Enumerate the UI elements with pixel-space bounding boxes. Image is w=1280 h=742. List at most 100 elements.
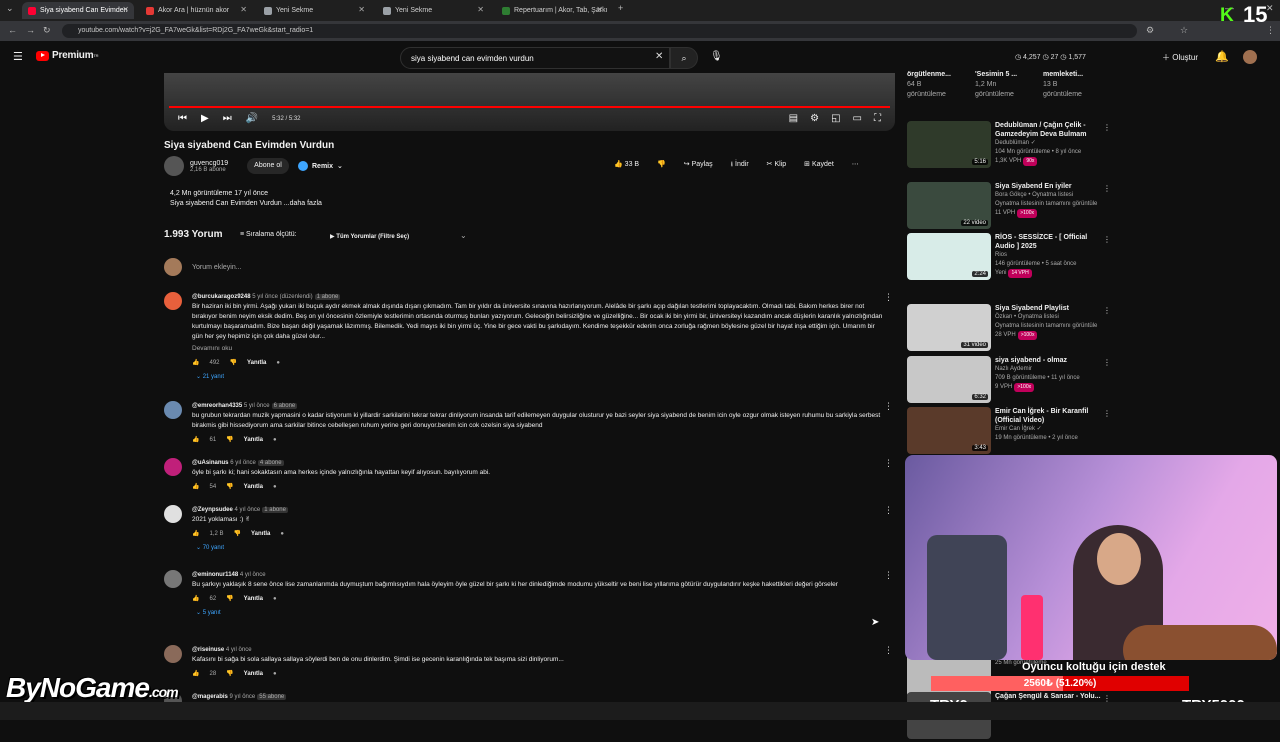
video-menu-icon[interactable]: ⋮ [1103,184,1111,193]
subtitles-icon[interactable]: ▤ [789,113,798,124]
comment-like-icon[interactable]: 👍 [192,358,199,368]
comment-menu-icon[interactable]: ⋮ [884,645,893,656]
more-actions-icon[interactable]: ⋯ [852,160,859,171]
browser-tab[interactable]: Siya siyabend Can Evimden ✕ [22,2,134,19]
video-thumbnail[interactable]: 6:32 [907,356,991,403]
video-menu-icon[interactable]: ⋮ [1103,123,1111,132]
url-field[interactable]: youtube.com/watch?v=j2G_FA7weGk&list=RDj… [62,24,1137,38]
comment-author[interactable]: @emreorhan4335 [192,403,242,409]
filter-chevron-icon[interactable]: ⌄ [460,231,467,240]
tab-close-icon[interactable]: ✕ [122,5,129,14]
top-stat[interactable]: 'Sesimin 5 ... 1,2 Mn görüntüleme [975,70,1035,100]
related-video[interactable]: 2:24 RİOS - SESSİZCE - [ Official Audio ]… [907,233,1112,283]
new-tab-button[interactable]: + [618,3,623,13]
comment-like-icon[interactable]: 👍 [192,482,199,492]
channel-avatar[interactable] [164,156,184,176]
reply-button[interactable]: Yanıtla [244,594,263,604]
reply-button[interactable]: Yanıtla [244,435,263,445]
video-thumbnail[interactable]: 2:24 [907,233,991,280]
miniplayer-icon[interactable]: ◱ [831,113,840,124]
tab-close-icon[interactable]: ✕ [596,5,603,14]
download-button[interactable]: ⭳ İndir [731,160,749,171]
dislike-icon[interactable]: 👎 [657,160,666,171]
notifications-bell-icon[interactable]: 🔔 [1215,50,1229,63]
back-icon[interactable]: ← [8,25,17,35]
video-thumbnail[interactable]: 22 video [907,182,991,229]
video-menu-icon[interactable]: ⋮ [1103,235,1111,244]
voice-search-icon[interactable]: 🎙 [710,51,723,62]
clear-search-icon[interactable]: ✕ [655,51,663,62]
browser-tab[interactable]: Akor Ara | hüznün akor ✕ [140,2,252,19]
video-menu-icon[interactable]: ⋮ [1103,358,1111,367]
browser-tab[interactable]: Yeni Sekme ✕ [377,2,489,19]
filter-select[interactable]: ▶ Tüm Yorumlar (Filtre Seç) [330,233,409,240]
like-button[interactable]: 👍 33 B [614,160,639,171]
top-stat[interactable]: memleketi... 13 B görüntüleme [1043,70,1103,100]
fullscreen-icon[interactable]: ⛶ [874,113,881,124]
clip-button[interactable]: ✂ Klip [767,160,787,171]
comment-dislike-icon[interactable]: 👎 [234,529,241,539]
comment-menu-icon[interactable]: ⋮ [884,458,893,469]
search-button[interactable]: ⌕ [670,47,698,69]
comment-like-icon[interactable]: 👍 [192,529,199,539]
forward-icon[interactable]: → [26,25,35,35]
reply-button[interactable]: Yanıtla [244,482,263,492]
subscribe-button[interactable]: Abone ol [247,158,289,174]
related-video[interactable]: 31 video Siya Siyabend Playlist Özkan • Oy… [907,304,1112,354]
comment-menu-icon[interactable]: ⋮ [884,570,893,581]
commenter-avatar[interactable] [164,505,182,523]
settings-gear-icon[interactable]: ⚙ [810,113,819,124]
show-replies-button[interactable]: ⌄ 5 yanıt [196,608,884,618]
comment-author[interactable]: @burcukaragoz9248 [192,294,251,300]
add-comment-row[interactable]: Yorum ekleyin... [164,258,242,276]
comment-author[interactable]: @eminonur1148 [192,572,238,578]
related-video[interactable]: 5:16 Dedublüman / Çağın Çelik - Gamzedeyi… [907,121,1112,171]
browser-tab[interactable]: Yeni Sekme ✕ [258,2,370,19]
commenter-avatar[interactable] [164,292,182,310]
commenter-avatar[interactable] [164,458,182,476]
previous-icon[interactable]: ⏮ [178,113,187,124]
youtube-logo[interactable]: Premium TR [36,50,99,61]
comment-menu-icon[interactable]: ⋮ [884,505,893,516]
create-button[interactable]: ＋ Oluştur [1162,52,1198,63]
reply-button[interactable]: Yanıtla [244,669,263,679]
theater-mode-icon[interactable]: ▭ [853,113,862,124]
channel-name[interactable]: guvencg019 [190,160,228,167]
video-menu-icon[interactable]: ⋮ [1103,409,1111,418]
comment-menu-icon[interactable]: ⋮ [884,292,893,303]
comment-dislike-icon[interactable]: 👎 [226,482,233,492]
share-button[interactable]: ↪ Paylaş [684,160,713,171]
extensions-icon[interactable]: ⚙ [1146,25,1154,36]
related-video[interactable]: 6:32 siya siyabend - olmaz Nazlı Aydemir 70… [907,356,1112,406]
tab-search-icon[interactable]: ⌄ [6,3,14,14]
commenter-avatar[interactable] [164,570,182,588]
comment-menu-icon[interactable]: ⋮ [884,401,893,412]
show-replies-button[interactable]: ⌄ 70 yanıt [196,543,884,553]
bookmark-star-icon[interactable]: ☆ [1180,25,1188,36]
video-player[interactable]: ⏮ ▶ ⏭ 🔊 5:32 / 5:32 ▤ ⚙ ◱ ▭ ⛶ [164,73,895,131]
comment-dislike-icon[interactable]: 👎 [226,669,233,679]
commenter-avatar[interactable] [164,645,182,663]
remix-button[interactable]: Remix ⌄ [298,161,343,171]
video-thumbnail[interactable]: 3:43 [907,407,991,454]
sort-button[interactable]: ≡ Sıralama ölçütü: [240,231,297,238]
comment-author[interactable]: @uAsinanus [192,460,229,466]
comment-author[interactable]: @Zeynpsudee [192,507,233,513]
tab-close-icon[interactable]: ✕ [240,5,247,14]
add-comment-input[interactable]: Yorum ekleyin... [192,264,242,271]
browser-tab[interactable]: Repertuarım | Akor, Tab, Şarkı S ✕ [496,2,608,19]
next-icon[interactable]: ⏭ [223,113,232,124]
search-input[interactable]: siya siyabend can evimden vurdun [400,47,670,69]
comment-like-icon[interactable]: 👍 [192,594,199,604]
reload-icon[interactable]: ↻ [43,25,51,36]
top-stat[interactable]: örgütlenme... 64 B görüntüleme [907,70,967,100]
comment-author[interactable]: @magerabis [192,694,228,700]
tab-close-icon[interactable]: ✕ [477,5,484,14]
video-thumbnail[interactable]: 5:16 [907,121,991,168]
related-video[interactable]: 3:43 Emir Can İğrek - Bir Karanfil (Offic… [907,407,1112,457]
hamburger-menu-icon[interactable]: ☰ [13,50,23,63]
commenter-avatar[interactable] [164,401,182,419]
comment-like-icon[interactable]: 👍 [192,435,199,445]
reply-button[interactable]: Yanıtla [247,358,266,368]
read-more-link[interactable]: Devamını oku [192,344,884,354]
